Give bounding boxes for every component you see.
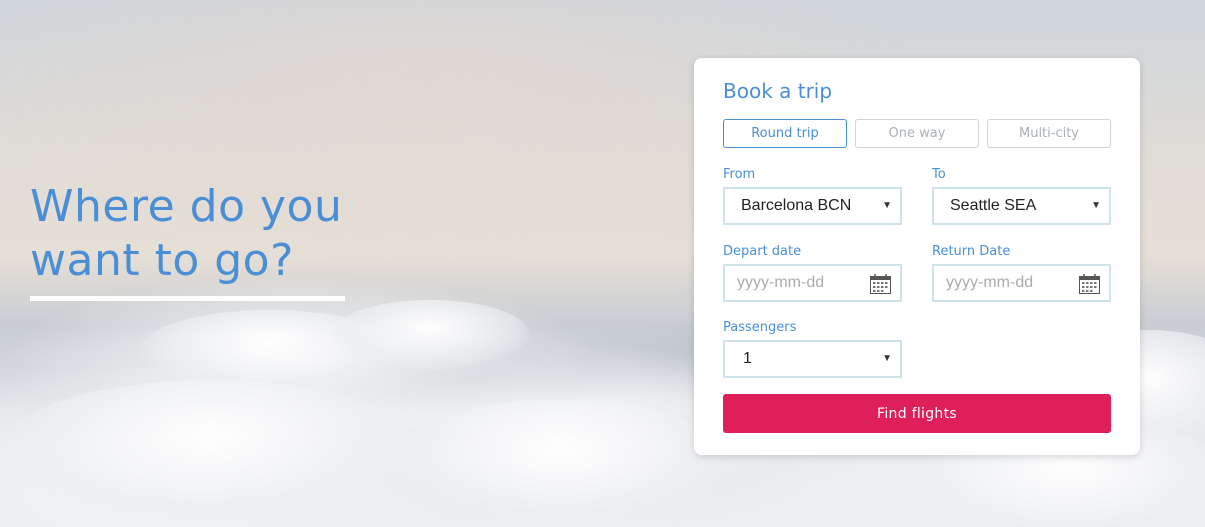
hero-headline-line2: want to go? <box>30 235 294 286</box>
to-label: To <box>932 167 946 182</box>
multi-city-button[interactable]: Multi-city <box>987 119 1111 148</box>
chevron-down-icon: ▼ <box>882 353 892 364</box>
hero-headline: Where do you want to go? <box>30 180 370 288</box>
depart-date-placeholder: yyyy-mm-dd <box>737 274 825 291</box>
headline-underline <box>30 296 345 301</box>
passengers-select-value: 1 <box>743 350 752 367</box>
trip-type-selector: Round trip One way Multi-city <box>723 119 1111 148</box>
from-select[interactable]: Barcelona BCN ▼ <box>723 187 902 225</box>
to-select-value: Seattle SEA <box>950 197 1037 214</box>
cloud-decoration <box>0 380 420 520</box>
passengers-select[interactable]: 1 ▼ <box>723 340 902 378</box>
calendar-icon[interactable] <box>1079 274 1100 294</box>
depart-date-input[interactable]: yyyy-mm-dd <box>723 264 902 302</box>
return-date-label: Return Date <box>932 244 1011 259</box>
passengers-label: Passengers <box>723 320 797 335</box>
calendar-icon[interactable] <box>870 274 891 294</box>
return-date-placeholder: yyyy-mm-dd <box>946 274 1034 291</box>
cloud-decoration <box>330 300 530 370</box>
cloud-decoration <box>380 400 740 527</box>
to-select[interactable]: Seattle SEA ▼ <box>932 187 1111 225</box>
from-label: From <box>723 167 756 182</box>
chevron-down-icon: ▼ <box>882 200 892 211</box>
one-way-button[interactable]: One way <box>855 119 979 148</box>
from-select-value: Barcelona BCN <box>741 197 852 214</box>
chevron-down-icon: ▼ <box>1091 200 1101 211</box>
booking-title: Book a trip <box>723 79 833 103</box>
booking-card: Book a trip Round trip One way Multi-cit… <box>694 58 1140 455</box>
return-date-input[interactable]: yyyy-mm-dd <box>932 264 1111 302</box>
depart-date-label: Depart date <box>723 244 802 259</box>
hero-headline-line1: Where do you <box>30 181 343 232</box>
find-flights-button[interactable]: Find flights <box>723 394 1111 433</box>
round-trip-button[interactable]: Round trip <box>723 119 847 148</box>
